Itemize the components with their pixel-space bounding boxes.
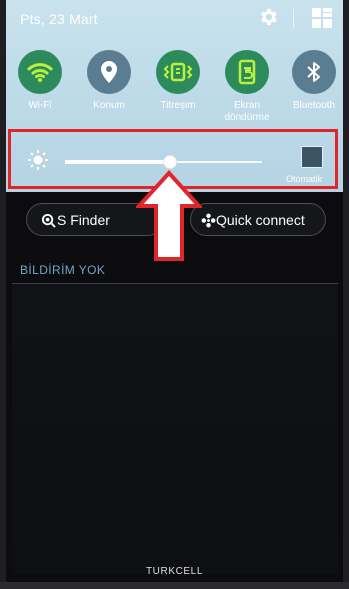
toggle-screen-rotation-circle	[225, 50, 269, 94]
phone-bottom-bezel	[0, 582, 349, 589]
notification-list-area	[12, 284, 338, 574]
quick-connect-label: Quick connect	[216, 211, 305, 228]
toggle-screen-rotation[interactable]: Ekran döndürme	[218, 50, 276, 124]
up-arrow-annotation-icon	[136, 170, 202, 261]
toggle-bluetooth-circle	[292, 50, 336, 94]
toggle-wifi-circle	[18, 50, 62, 94]
no-notifications-label: BİLDİRİM YOK	[20, 263, 106, 277]
carrier-label: TURKCELL	[145, 566, 204, 577]
toggle-location[interactable]: Konum	[80, 50, 138, 112]
screen-rotation-icon	[238, 59, 256, 85]
status-date: Pts, 23 Mart	[20, 11, 98, 27]
s-finder-label: S Finder	[57, 211, 110, 228]
vibrate-icon	[163, 62, 193, 82]
toggle-bluetooth-label: Bluetooth	[292, 100, 336, 111]
toggle-location-circle	[87, 50, 131, 94]
phone-bezel-right	[343, 0, 349, 589]
header-divider	[293, 8, 294, 28]
toggle-screen-rotation-label-line1: Ekran	[233, 100, 261, 111]
bluetooth-icon	[307, 62, 320, 82]
toggle-screen-rotation-label-line2: döndürme	[224, 112, 270, 123]
notifications-divider	[12, 283, 338, 284]
location-icon	[101, 61, 117, 83]
toggle-bluetooth[interactable]: Bluetooth	[285, 50, 343, 112]
search-icon	[41, 213, 56, 228]
settings-gear-icon[interactable]	[257, 6, 279, 28]
toggle-wifi[interactable]: Wi-Fi	[11, 50, 69, 112]
wifi-icon	[27, 63, 53, 82]
toggle-location-label: Konum	[93, 100, 125, 111]
quick-connect-icon	[201, 213, 216, 228]
edit-grid-icon[interactable]	[312, 8, 332, 28]
quick-connect-button[interactable]: Quick connect	[190, 203, 326, 236]
toggle-vibrate-label: Titreşim	[160, 100, 196, 111]
toggle-wifi-label: Wi-Fi	[28, 100, 52, 111]
toggle-screen-rotation-label: Ekran döndürme	[218, 100, 276, 124]
toggle-vibrate[interactable]: Titreşim	[149, 50, 207, 112]
toggle-vibrate-circle	[156, 50, 200, 94]
